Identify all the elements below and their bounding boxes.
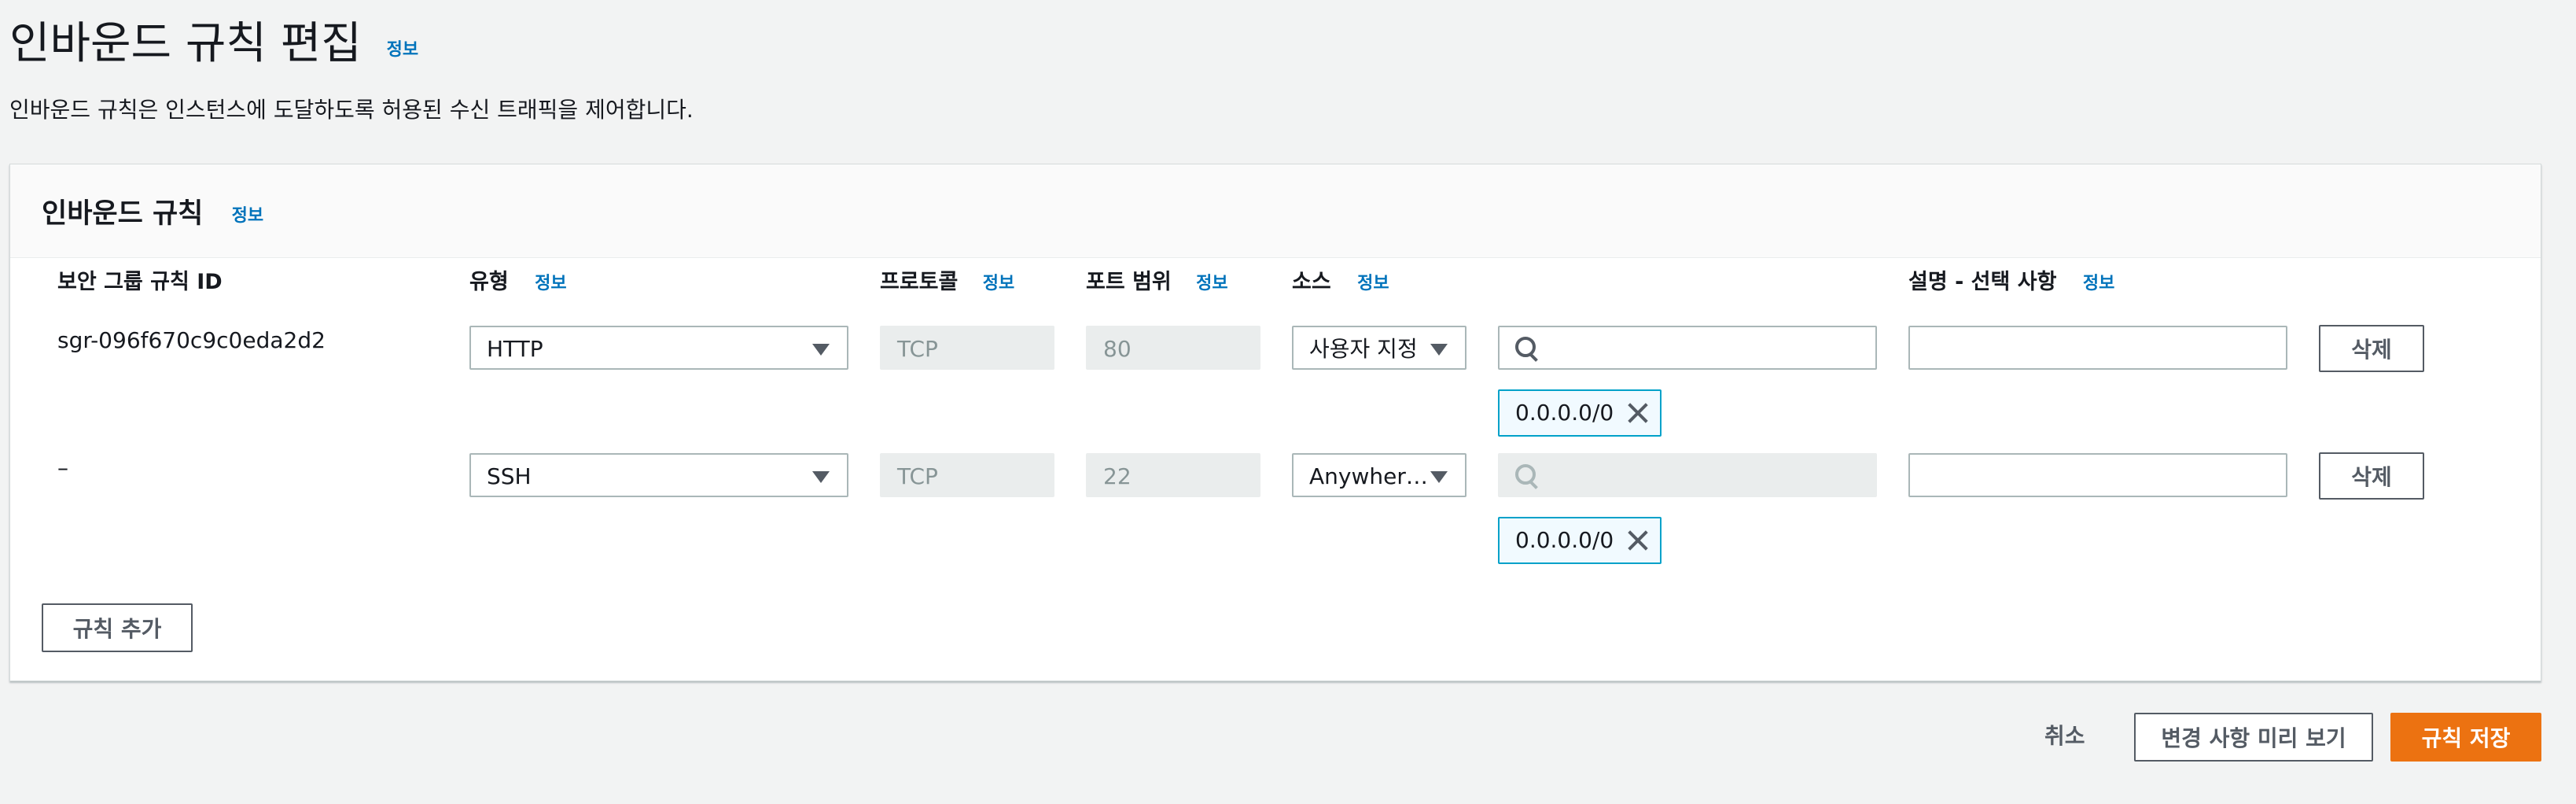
source-token-value: 0.0.0.0/0 [1515, 400, 1614, 426]
type-select-value: SSH [487, 463, 532, 489]
source-select[interactable]: Anywher… [1292, 453, 1466, 497]
delete-button[interactable]: 삭제 [2319, 325, 2424, 372]
col-header-description-info-link[interactable]: 정보 [2083, 274, 2114, 293]
col-header-type-label: 유형 [469, 270, 509, 294]
protocol-value: TCP [897, 463, 938, 489]
port-range-value: 22 [1103, 463, 1132, 489]
col-header-description: 설명 - 선택 사항 정보 [1908, 267, 2114, 300]
page-title-info-link[interactable]: 정보 [387, 40, 418, 60]
port-range-field: 80 [1086, 326, 1260, 370]
col-header-type: 유형 정보 [469, 267, 567, 300]
caret-down-icon [1430, 344, 1448, 356]
source-token: 0.0.0.0/0 [1498, 517, 1662, 564]
panel-title: 인바운드 규칙 정보 [42, 194, 263, 238]
col-header-type-info-link[interactable]: 정보 [535, 274, 566, 293]
page-title: 인바운드 규칙 편집 정보 [9, 13, 418, 85]
add-rule-button[interactable]: 규칙 추가 [42, 603, 193, 652]
description-input[interactable] [1908, 326, 2287, 370]
description-input[interactable] [1908, 453, 2287, 497]
source-search-input [1498, 453, 1877, 497]
port-range-field: 22 [1086, 453, 1260, 497]
col-header-rule-id: 보안 그룹 규칙 ID [57, 270, 223, 294]
panel-header: 인바운드 규칙 정보 [10, 164, 2541, 258]
col-header-source-label: 소스 [1292, 270, 1331, 294]
col-header-source: 소스 정보 [1292, 267, 1389, 300]
rule-id: – [57, 455, 68, 481]
search-icon [1515, 464, 1538, 489]
save-rules-button[interactable]: 규칙 저장 [2390, 713, 2541, 762]
close-icon[interactable] [1627, 402, 1649, 424]
type-select[interactable]: SSH [469, 453, 848, 497]
caret-down-icon [812, 344, 830, 356]
source-select[interactable]: 사용자 지정 [1292, 326, 1466, 370]
search-icon [1515, 337, 1538, 362]
col-header-source-info-link[interactable]: 정보 [1357, 274, 1389, 293]
delete-button[interactable]: 삭제 [2319, 452, 2424, 500]
type-select-value: HTTP [487, 336, 543, 362]
caret-down-icon [1430, 471, 1448, 483]
protocol-value: TCP [897, 336, 938, 362]
source-select-value: 사용자 지정 [1309, 336, 1418, 362]
port-range-value: 80 [1103, 336, 1132, 362]
page-title-text: 인바운드 규칙 편집 [9, 18, 362, 69]
col-header-protocol-label: 프로토콜 [880, 270, 959, 294]
source-token-value: 0.0.0.0/0 [1515, 527, 1614, 553]
protocol-field: TCP [880, 453, 1054, 497]
source-select-value: Anywher… [1309, 463, 1427, 489]
source-token: 0.0.0.0/0 [1498, 389, 1662, 437]
rule-id: sgr-096f670c9c0eda2d2 [57, 327, 326, 353]
col-header-port-range-label: 포트 범위 [1086, 270, 1172, 294]
close-icon[interactable] [1627, 529, 1649, 551]
type-select[interactable]: HTTP [469, 326, 848, 370]
panel-title-info-link[interactable]: 정보 [232, 206, 263, 226]
preview-changes-button[interactable]: 변경 사항 미리 보기 [2134, 713, 2373, 762]
col-header-protocol: 프로토콜 정보 [880, 267, 1014, 300]
col-header-port-range-info-link[interactable]: 정보 [1196, 274, 1227, 293]
col-header-protocol-info-link[interactable]: 정보 [983, 274, 1014, 293]
page-description: 인바운드 규칙은 인스턴스에 도달하도록 허용된 수신 트래픽을 제어합니다. [9, 97, 694, 123]
inbound-rules-panel: 인바운드 규칙 정보 보안 그룹 규칙 ID 유형 정보 프로토콜 정보 포트 … [9, 164, 2541, 681]
col-header-port-range: 포트 범위 정보 [1086, 267, 1228, 300]
source-search-input[interactable] [1498, 326, 1877, 370]
col-header-description-label: 설명 - 선택 사항 [1908, 270, 2057, 294]
cancel-button[interactable]: 취소 [2044, 721, 2085, 752]
panel-title-text: 인바운드 규칙 [42, 198, 204, 230]
caret-down-icon [812, 471, 830, 483]
protocol-field: TCP [880, 326, 1054, 370]
